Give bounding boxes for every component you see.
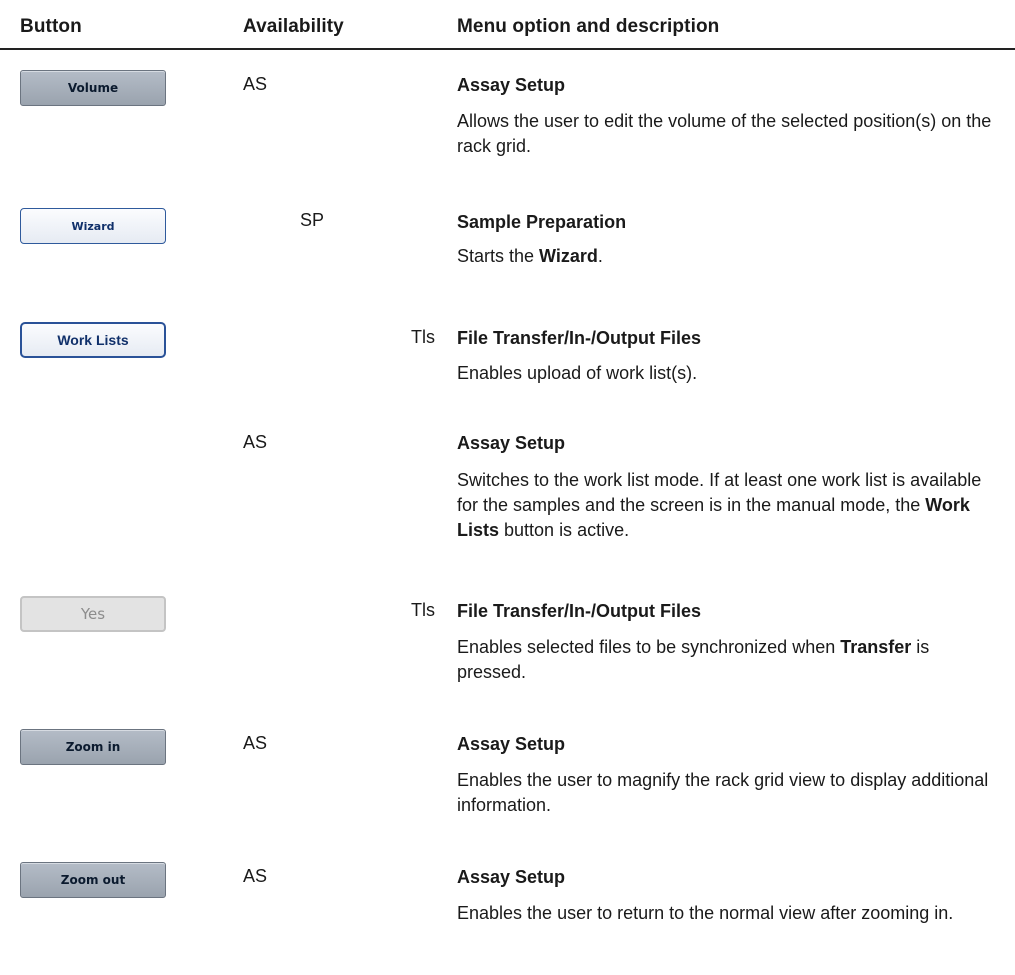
volume-button[interactable]: Volume (20, 70, 166, 106)
zoom-out-button[interactable]: Zoom out (20, 862, 166, 898)
work-lists-button[interactable]: Work Lists (20, 322, 166, 358)
availability-text: AS (243, 733, 268, 753)
menu-option-description: Allows the user to edit the volume of th… (457, 111, 992, 156)
menu-option-description: Enables the user to return to the normal… (457, 903, 954, 923)
availability-text: SP (300, 210, 325, 230)
menu-option-description: Starts the Wizard. (457, 246, 603, 266)
availability-text: AS (243, 74, 268, 94)
column-header-availability: Availability (243, 16, 344, 37)
column-header-menu: Menu option and description (457, 16, 720, 37)
availability-text: Tls (411, 327, 435, 347)
menu-option-title: Sample Preparation (457, 212, 627, 232)
zoom-in-button[interactable]: Zoom in (20, 729, 166, 765)
menu-option-description: Enables upload of work list(s). (457, 363, 698, 383)
column-header-button: Button (20, 16, 82, 37)
menu-option-description: Switches to the work list mode. If at le… (457, 470, 982, 540)
menu-option-title: Assay Setup (457, 75, 566, 95)
header-rule (0, 48, 1015, 50)
menu-option-title: File Transfer/In-/Output Files (457, 601, 702, 621)
availability-text: Tls (411, 600, 435, 620)
wizard-button[interactable]: Wizard (20, 208, 166, 244)
availability-text: AS (243, 432, 268, 452)
menu-option-title: Assay Setup (457, 734, 566, 754)
availability-text: AS (243, 866, 268, 886)
menu-option-description: Enables the user to magnify the rack gri… (457, 770, 989, 815)
menu-option-title: Assay Setup (457, 867, 566, 887)
menu-option-title: Assay Setup (457, 433, 566, 453)
yes-button[interactable]: Yes (20, 596, 166, 632)
menu-option-description: Enables selected files to be synchronize… (457, 637, 930, 682)
menu-option-title: File Transfer/In-/Output Files (457, 328, 702, 348)
